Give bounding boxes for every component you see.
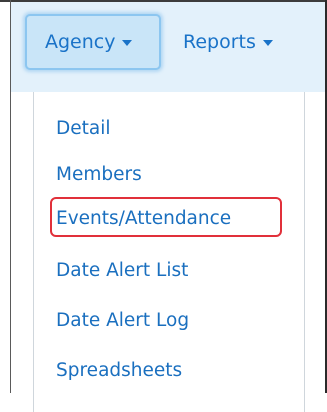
navbar: Agency Reports — [11, 2, 325, 92]
reports-dropdown-button[interactable]: Reports — [183, 14, 273, 70]
agency-dropdown-label: Agency — [45, 31, 116, 53]
menu-item-detail[interactable]: Detail — [34, 104, 304, 152]
agency-dropdown-menu: Detail Members Events/Attendance Date Al… — [33, 92, 305, 412]
caret-down-icon — [122, 40, 133, 46]
caret-down-icon — [262, 40, 273, 46]
agency-dropdown-button[interactable]: Agency — [25, 14, 161, 70]
menu-item-date-alert-list[interactable]: Date Alert List — [34, 246, 304, 294]
menu-item-events-attendance[interactable]: Events/Attendance — [34, 194, 304, 242]
menu-item-spreadsheets[interactable]: Spreadsheets — [34, 346, 304, 394]
menu-item-date-alert-log[interactable]: Date Alert Log — [34, 296, 304, 344]
reports-dropdown-label: Reports — [183, 31, 256, 53]
menu-item-members[interactable]: Members — [34, 150, 304, 198]
